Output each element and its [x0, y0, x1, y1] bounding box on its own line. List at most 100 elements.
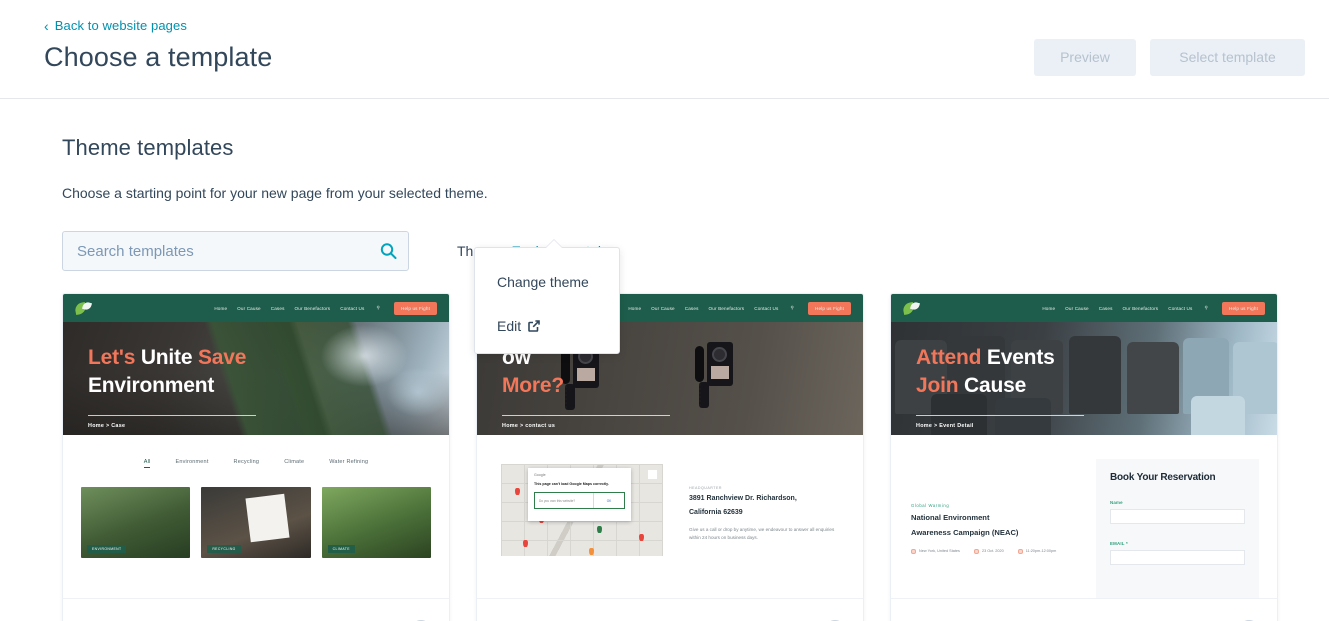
dialog-ok-button: OK — [606, 498, 612, 503]
header-actions: Preview Select template — [1034, 39, 1305, 76]
preview-case-grid: ENVIRONMENT RECYCLING CLIMATE — [63, 487, 449, 558]
event-meta-date: 23 Oct. 2020 — [973, 548, 1004, 554]
hero-headline-line2: Join Cause — [916, 373, 1027, 397]
page-header: ‹ Back to website pages Choose a templat… — [0, 0, 1329, 99]
hero-copy: ow More? Home > contact us — [502, 344, 670, 429]
address-line2: California 62639 — [689, 509, 743, 517]
hero-headline-line1: Attend Events — [916, 346, 1055, 369]
calendar-icon — [973, 548, 979, 554]
preview-button[interactable]: Preview — [1034, 39, 1136, 76]
preview-nav-links: Home Our Cause Cases Our Benefactors Con… — [1042, 301, 1265, 315]
select-template-button[interactable]: Select template — [1150, 39, 1305, 76]
preview-case-tile: CLIMATE — [321, 487, 431, 558]
menu-item-edit[interactable]: Edit — [475, 304, 619, 348]
form-field-input — [1110, 550, 1245, 565]
choose-template-page: ‹ Back to website pages Choose a templat… — [0, 0, 1329, 621]
event-title-line2: Awareness Campaign (NEAC) — [911, 528, 1019, 538]
fullscreen-icon — [648, 470, 657, 479]
form-heading: Book Your Reservation — [1110, 472, 1216, 483]
form-field-label: Name — [1110, 500, 1123, 505]
nav-link: Home — [1042, 305, 1056, 311]
dialog-title: Google — [534, 473, 546, 477]
preview-cta-button: Help us Fight — [393, 301, 437, 315]
event-kicker: Global Warming — [911, 503, 950, 508]
form-field-label: EMAIL * — [1110, 541, 1128, 546]
search-icon: ⚲ — [1204, 305, 1208, 310]
template-card-case[interactable]: Home Our Cause Cases Our Benefactors Con… — [62, 293, 450, 621]
leaf-logo-icon — [73, 300, 93, 316]
dialog-owner-question: Do you own this website? — [535, 493, 594, 508]
event-meta-time: 11:20pm-12:00pm — [1017, 548, 1056, 554]
preview-cta-button: Help us Fight — [1221, 301, 1265, 315]
form-field-input — [1110, 509, 1245, 524]
nav-link: Our Cause — [1065, 305, 1089, 311]
nav-link: Our Cause — [237, 305, 261, 311]
template-thumbnail-case: Home Our Cause Cases Our Benefactors Con… — [63, 294, 449, 598]
nav-link: Our Benefactors — [708, 305, 745, 311]
event-meta-location: New York, United States — [911, 548, 960, 554]
search-icon: ⚲ — [376, 305, 380, 310]
preview-nav-links: Home Our Cause Cases Our Benefactors Con… — [628, 301, 851, 315]
back-to-website-pages-link[interactable]: ‹ Back to website pages — [44, 18, 187, 33]
dialog-actions: Do you own this website? OK — [534, 492, 625, 509]
preview-case-tag: RECYCLING — [207, 545, 241, 553]
preview-reservation-form: Book Your Reservation Name EMAIL * — [1096, 459, 1259, 598]
nav-link: Our Cause — [651, 305, 675, 311]
nav-link: Home — [214, 305, 228, 311]
preview-filter-tab: All — [143, 459, 151, 468]
hero-headline-line1: Let's Unite Save — [88, 346, 247, 369]
event-title-line1: National Environment — [911, 513, 990, 522]
dialog-message: This page can't load Google Maps correct… — [534, 482, 609, 486]
preview-case-tile: ENVIRONMENT — [81, 487, 191, 558]
template-card-footer: Case — [63, 598, 449, 621]
nav-link: Our Benefactors — [294, 305, 331, 311]
hero-divider — [88, 415, 256, 417]
nav-link: Contact Us — [754, 305, 779, 311]
hero-headline-line2: More? — [502, 373, 565, 397]
nav-link: Cases — [270, 305, 285, 311]
search-templates-field — [62, 231, 409, 271]
google-maps-error-dialog: Google This page can't load Google Maps … — [528, 468, 631, 521]
template-card-footer: Event Detail Page — [891, 598, 1277, 621]
template-card-footer: Contact — [477, 598, 863, 621]
hero-copy: Attend Events Join Cause Home > Event De… — [916, 344, 1084, 429]
back-link-label: Back to website pages — [54, 18, 187, 33]
preview-filter-tab: Environment — [175, 459, 209, 465]
hero-breadcrumb: Home > Case — [88, 423, 126, 430]
preview-case-tag: CLIMATE — [327, 545, 355, 553]
preview-filter-tab: Water Refining — [329, 459, 369, 465]
address-note: Give us a call or drop by anytime, we en… — [689, 527, 835, 540]
theme-dropdown-menu: Change theme Edit — [474, 238, 620, 354]
preview-map: Google This page can't load Google Maps … — [501, 464, 663, 556]
preview-cta-button: Help us Fight — [807, 301, 851, 315]
menu-item-change-theme[interactable]: Change theme — [475, 260, 619, 304]
preview-event-info: Global Warming National Environment Awar… — [911, 503, 1101, 554]
preview-filter-tabs: All Environment Recycling Climate Water … — [63, 459, 449, 468]
preview-body-contact: Google This page can't load Google Maps … — [477, 435, 863, 598]
nav-link: Our Benefactors — [1122, 305, 1159, 311]
preview-filter-tab: Recycling — [233, 459, 260, 465]
template-card-event-detail-page[interactable]: Home Our Cause Cases Our Benefactors Con… — [890, 293, 1278, 621]
hero-breadcrumb: Home > contact us — [502, 423, 556, 430]
section-title: Theme templates — [62, 135, 234, 160]
menu-item-label: Change theme — [497, 274, 589, 290]
external-link-icon — [528, 320, 540, 332]
preview-site-nav: Home Our Cause Cases Our Benefactors Con… — [891, 294, 1277, 322]
preview-case-tag: ENVIRONMENT — [87, 545, 127, 553]
hero-copy: Let's Unite Save Environment Home > Case — [88, 344, 256, 429]
chevron-left-icon: ‹ — [44, 17, 49, 34]
preview-nav-links: Home Our Cause Cases Our Benefactors Con… — [214, 301, 437, 315]
section-description: Choose a starting point for your new pag… — [62, 185, 488, 201]
search-input[interactable] — [62, 231, 409, 271]
page-title: Choose a template — [44, 42, 273, 72]
main-content: Theme templates Choose a starting point … — [0, 99, 1329, 621]
hero-divider — [502, 415, 670, 417]
preview-hero-event: Attend Events Join Cause Home > Event De… — [891, 322, 1277, 435]
hero-headline-line2: Environment — [88, 373, 215, 397]
preview-hero-case: Let's Unite Save Environment Home > Case — [63, 322, 449, 435]
nav-link: Contact Us — [340, 305, 365, 311]
preview-address-block: Headquarter 3891 Ranchview Dr. Richardso… — [689, 486, 839, 541]
search-icon: ⚲ — [790, 305, 794, 310]
preview-body-case: All Environment Recycling Climate Water … — [63, 435, 449, 598]
nav-link: Contact Us — [1168, 305, 1193, 311]
